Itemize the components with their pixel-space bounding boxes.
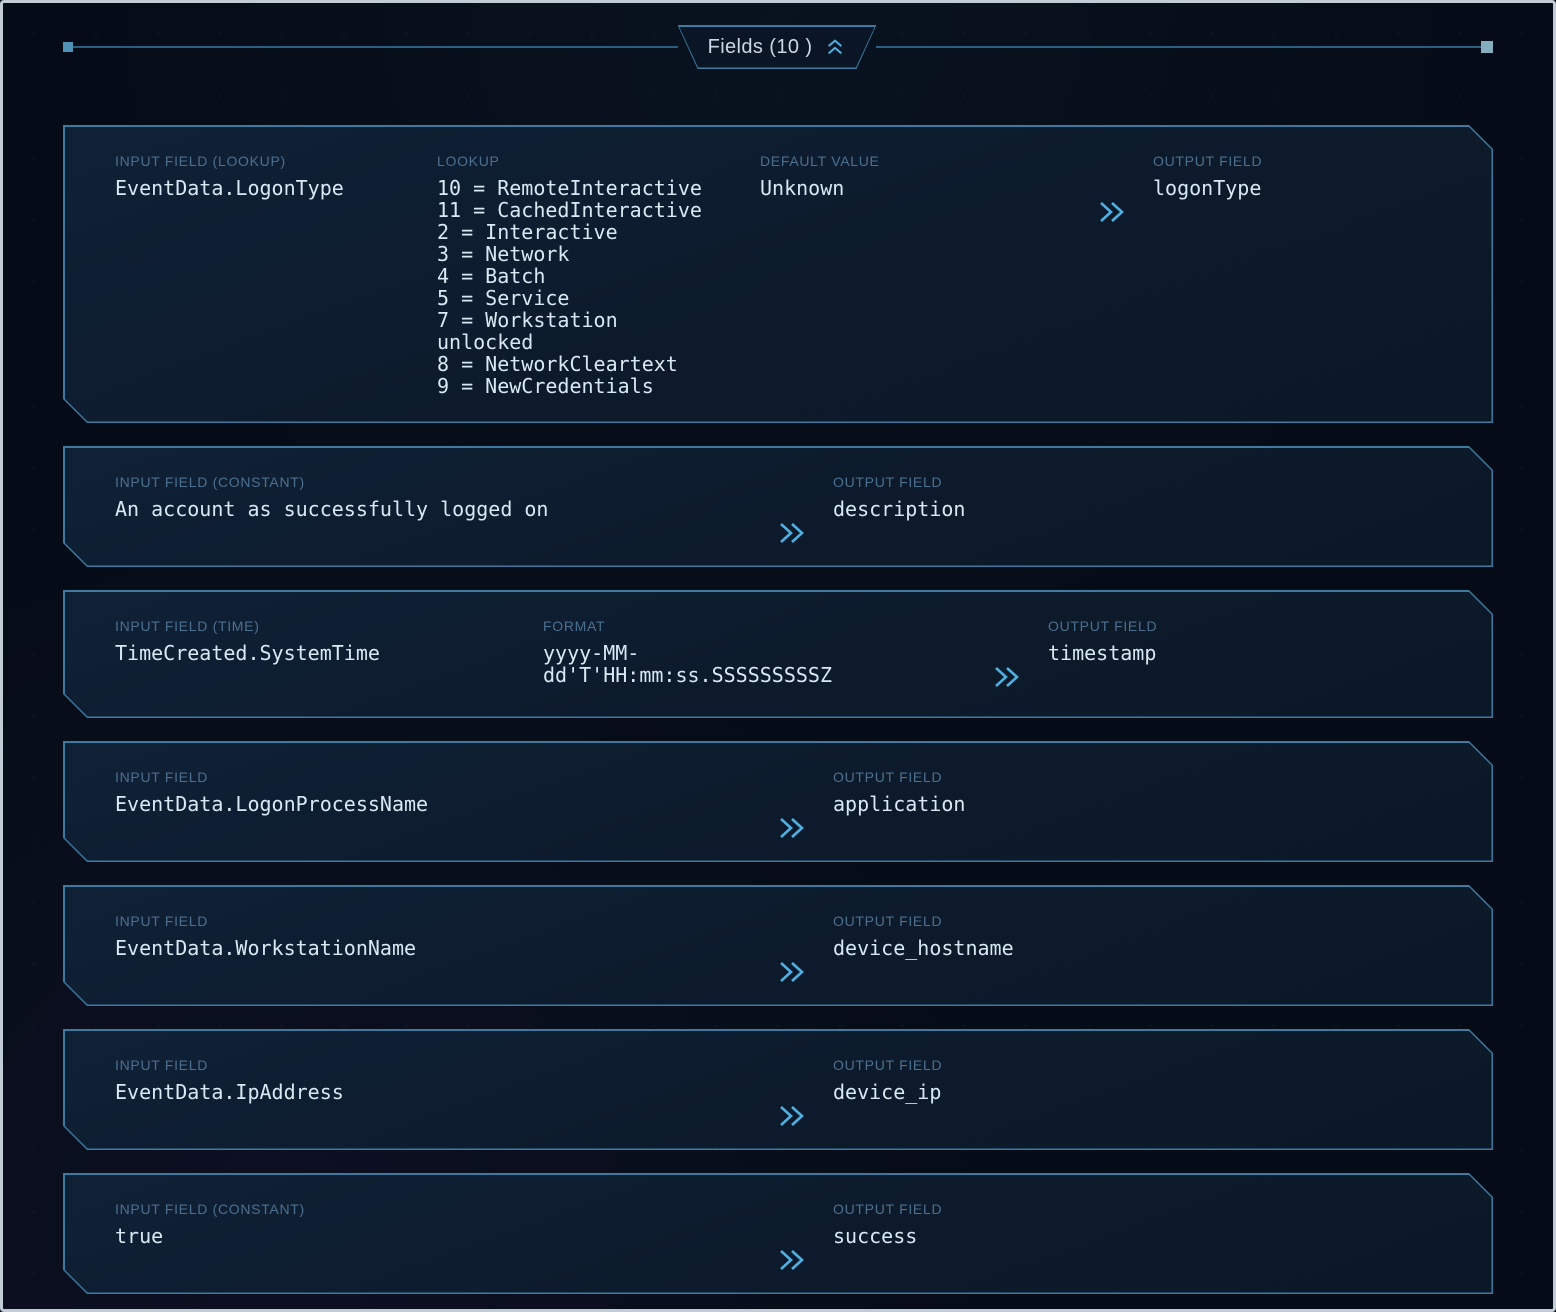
output-field-label: OUTPUT FIELD (833, 1201, 1453, 1217)
output-field-label: OUTPUT FIELD (833, 474, 1453, 490)
lookup-entry: 7 = Workstation unlocked (437, 309, 717, 353)
chevron-double-up-icon[interactable] (824, 37, 846, 57)
line-end-square-left (63, 42, 73, 52)
lookup-entry: 10 = RemoteInteractive (437, 177, 717, 199)
input-field-value: An account as successfully logged on (115, 498, 775, 520)
output-field-column: OUTPUT FIELD logonType (1153, 153, 1453, 199)
output-field-value: device_hostname (833, 937, 1453, 959)
input-field-column: INPUT FIELD (CONSTANT) true (115, 1201, 775, 1247)
field-mapping-card[interactable]: INPUT FIELD (LOOKUP) EventData.LogonType… (63, 125, 1493, 423)
output-field-label: OUTPUT FIELD (833, 769, 1453, 785)
output-field-label: OUTPUT FIELD (833, 1057, 1453, 1073)
input-field-label: INPUT FIELD (115, 1057, 775, 1073)
input-field-value: EventData.LogonType (115, 177, 437, 199)
default-value-column: DEFAULT VALUE Unknown (760, 153, 1095, 199)
input-field-label: INPUT FIELD (CONSTANT) (115, 474, 775, 490)
input-field-value: EventData.IpAddress (115, 1081, 775, 1103)
input-field-column: INPUT FIELD EventData.IpAddress (115, 1057, 775, 1103)
fields-title: Fields (10 ) (708, 36, 813, 59)
header-divider-right (876, 46, 1481, 48)
input-field-label: INPUT FIELD (TIME) (115, 618, 543, 634)
output-field-column: OUTPUT FIELD application (833, 769, 1453, 815)
input-field-value: EventData.WorkstationName (115, 937, 775, 959)
lookup-entry: 5 = Service (437, 287, 717, 309)
output-field-column: OUTPUT FIELD timestamp (1048, 618, 1453, 664)
field-mapping-card[interactable]: INPUT FIELD (CONSTANT) An account as suc… (63, 446, 1493, 567)
input-field-label: INPUT FIELD (CONSTANT) (115, 1201, 775, 1217)
output-field-value: success (833, 1225, 1453, 1247)
field-mapping-card[interactable]: INPUT FIELD (TIME) TimeCreated.SystemTim… (63, 590, 1493, 718)
input-field-value: TimeCreated.SystemTime (115, 642, 543, 664)
map-arrow-icon (775, 1245, 833, 1275)
map-arrow-icon (1095, 197, 1153, 227)
default-value: Unknown (760, 177, 1095, 199)
map-arrow-icon (990, 662, 1048, 692)
input-field-column: INPUT FIELD (TIME) TimeCreated.SystemTim… (115, 618, 543, 664)
output-field-value: device_ip (833, 1081, 1453, 1103)
output-field-label: OUTPUT FIELD (1153, 153, 1453, 169)
input-field-label: INPUT FIELD (115, 913, 775, 929)
default-value-label: DEFAULT VALUE (760, 153, 1095, 169)
output-field-value: logonType (1153, 177, 1453, 199)
map-arrow-icon (775, 518, 833, 548)
map-arrow-icon (775, 813, 833, 843)
output-field-column: OUTPUT FIELD success (833, 1201, 1453, 1247)
lookup-entry: 3 = Network (437, 243, 717, 265)
output-field-label: OUTPUT FIELD (1048, 618, 1453, 634)
input-field-column: INPUT FIELD (CONSTANT) An account as suc… (115, 474, 775, 520)
input-field-label: INPUT FIELD (115, 769, 775, 785)
fields-section-toggle[interactable]: Fields (10 ) (678, 25, 877, 69)
map-arrow-icon (775, 1101, 833, 1131)
lookup-entries: 10 = RemoteInteractive 11 = CachedIntera… (437, 177, 717, 397)
line-end-square-right (1481, 41, 1493, 53)
input-field-label: INPUT FIELD (LOOKUP) (115, 153, 437, 169)
field-mapping-card[interactable]: INPUT FIELD EventData.LogonProcessName O… (63, 741, 1493, 862)
field-mapping-card[interactable]: INPUT FIELD EventData.WorkstationName OU… (63, 885, 1493, 1006)
format-label: FORMAT (543, 618, 990, 634)
output-field-column: OUTPUT FIELD device_hostname (833, 913, 1453, 959)
format-value: yyyy-MM-dd'T'HH:mm:ss.SSSSSSSSSZ (543, 642, 853, 686)
lookup-label: LOOKUP (437, 153, 760, 169)
fields-header: Fields (10 ) (63, 25, 1493, 69)
field-mapping-card[interactable]: INPUT FIELD (CONSTANT) true OUTPUT FIELD… (63, 1173, 1493, 1294)
input-field-column: INPUT FIELD EventData.WorkstationName (115, 913, 775, 959)
output-field-value: application (833, 793, 1453, 815)
fields-panel: Fields (10 ) INPUT FIELD (LOOKUP) EventD… (0, 0, 1556, 1312)
output-field-value: timestamp (1048, 642, 1453, 664)
output-field-column: OUTPUT FIELD device_ip (833, 1057, 1453, 1103)
lookup-column: LOOKUP 10 = RemoteInteractive 11 = Cache… (437, 153, 760, 397)
map-arrow-icon (775, 957, 833, 987)
field-mapping-list: INPUT FIELD (LOOKUP) EventData.LogonType… (63, 125, 1493, 1294)
lookup-entry: 2 = Interactive (437, 221, 717, 243)
lookup-entry: 9 = NewCredentials (437, 375, 717, 397)
input-field-column: INPUT FIELD EventData.LogonProcessName (115, 769, 775, 815)
lookup-entry: 8 = NetworkCleartext (437, 353, 717, 375)
output-field-label: OUTPUT FIELD (833, 913, 1453, 929)
field-mapping-card[interactable]: INPUT FIELD EventData.IpAddress OUTPUT F… (63, 1029, 1493, 1150)
input-field-column: INPUT FIELD (LOOKUP) EventData.LogonType (115, 153, 437, 199)
output-field-value: description (833, 498, 1453, 520)
lookup-entry: 4 = Batch (437, 265, 717, 287)
input-field-value: true (115, 1225, 775, 1247)
output-field-column: OUTPUT FIELD description (833, 474, 1453, 520)
header-divider-left (73, 46, 678, 48)
lookup-entry: 11 = CachedInteractive (437, 199, 717, 221)
input-field-value: EventData.LogonProcessName (115, 793, 775, 815)
format-column: FORMAT yyyy-MM-dd'T'HH:mm:ss.SSSSSSSSSZ (543, 618, 990, 686)
